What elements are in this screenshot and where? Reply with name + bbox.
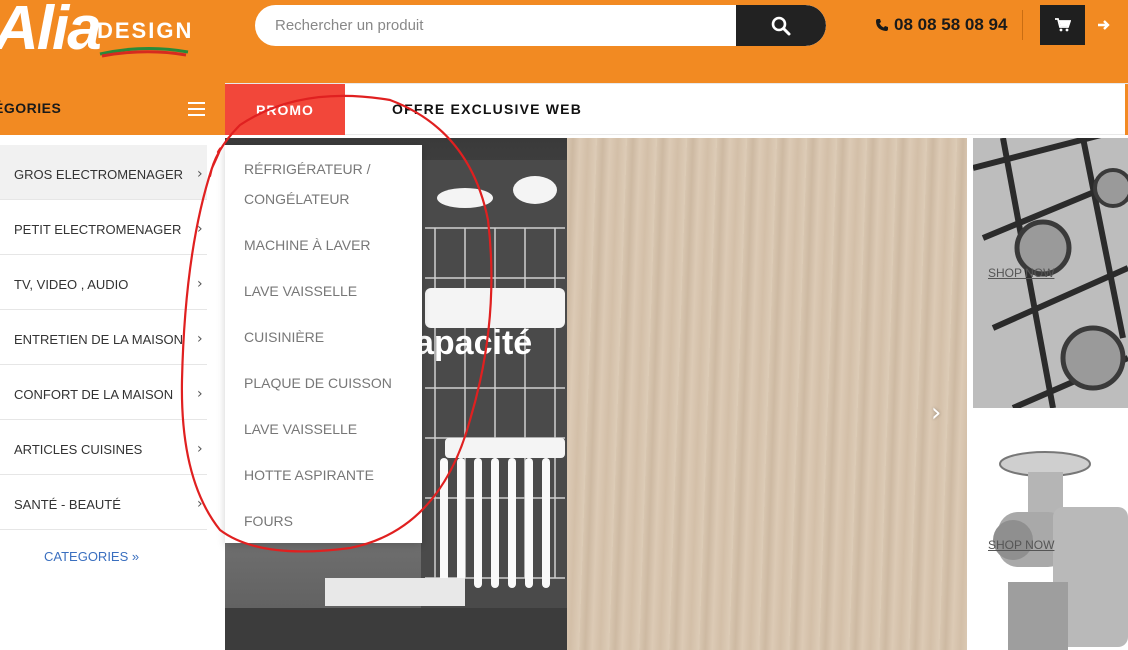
sidebar-item-label: ARTICLES CUISINES (14, 442, 143, 457)
chevron-right-icon: › (197, 331, 203, 347)
search-bar (255, 5, 826, 46)
logo-subtitle: DESIGN (97, 18, 194, 43)
submenu-item[interactable]: CUISINIÈRE (244, 322, 414, 352)
wood-panel (567, 138, 967, 650)
submenu-item[interactable]: LAVE VAISSELLE (244, 414, 414, 444)
nav-promo[interactable]: PROMO (225, 84, 345, 135)
main-nav: PROMO OFFRE EXCLUSIVE WEB (225, 83, 1128, 135)
chevron-right-icon: › (197, 386, 203, 402)
chevron-right-icon: › (197, 441, 203, 457)
nav-offre-exclusive[interactable]: OFFRE EXCLUSIVE WEB (392, 101, 582, 117)
sidebar-item-gros-electromenager[interactable]: GROS ELECTROMENAGER › (0, 145, 207, 200)
promo-tile-meat-grinder[interactable]: SHOP NOW (973, 412, 1128, 650)
chevron-right-icon: › (197, 221, 203, 237)
category-sidebar: GROS ELECTROMENAGER › PETIT ELECTROMENAG… (0, 145, 225, 589)
sidebar-item-articles-cuisines[interactable]: ARTICLES CUISINES › (0, 420, 207, 475)
sidebar-item-label: ENTRETIEN DE LA MAISON (14, 332, 184, 347)
sidebar-item-label: PETIT ELECTROMENAGER (14, 222, 182, 237)
sidebar-item-petit-electromenager[interactable]: PETIT ELECTROMENAGER › (0, 200, 207, 255)
hamburger-menu-icon[interactable] (188, 102, 206, 116)
categories-bar: ÉGORIES (0, 83, 225, 135)
sidebar-item-label: GROS ELECTROMENAGER (14, 167, 184, 182)
cart-button[interactable] (1040, 5, 1085, 45)
search-icon (771, 16, 791, 35)
sidebar-item-label: SANTÉ - BEAUTÉ (14, 497, 121, 512)
submenu-item[interactable]: MACHINE À LAVER (244, 230, 414, 260)
header-divider (1022, 10, 1023, 40)
submenu-item[interactable]: HOTTE ASPIRANTE (244, 460, 414, 490)
sidebar-item-sante-beaute[interactable]: SANTÉ - BEAUTÉ › (0, 475, 207, 530)
phone-number[interactable]: 08 08 58 08 94 (875, 14, 1007, 36)
sidebar-item-label: TV, VIDEO , AUDIO (14, 277, 129, 292)
submenu-item[interactable]: FOURS (244, 506, 414, 536)
logo-text: Alia (0, 0, 102, 63)
chevron-right-icon: › (197, 496, 203, 512)
chevron-right-icon: › (197, 166, 203, 182)
shop-now-link[interactable]: SHOP NOW (988, 538, 1054, 552)
phone-icon (876, 19, 888, 31)
submenu-item[interactable]: RÉFRIGÉRATEUR / CONGÉLATEUR (244, 154, 414, 214)
chevron-right-icon: › (197, 276, 203, 292)
site-logo[interactable]: Alia DESIGN (0, 0, 200, 68)
logo-swoosh-icon (99, 46, 189, 58)
shop-now-link[interactable]: SHOP NOW (988, 266, 1054, 280)
sidebar-item-confort-maison[interactable]: CONFORT DE LA MAISON › (0, 365, 207, 420)
cart-icon (1054, 18, 1071, 32)
search-input[interactable] (255, 5, 736, 46)
sidebar-item-tv-video-audio[interactable]: TV, VIDEO , AUDIO › (0, 255, 207, 310)
submenu-item[interactable]: PLAQUE DE CUISSON (244, 368, 414, 398)
promo-tile-cooktop[interactable]: SHOP NOW (973, 138, 1128, 408)
search-button[interactable] (736, 5, 826, 46)
categories-title: ÉGORIES (0, 100, 62, 116)
sidebar-item-entretien-maison[interactable]: ENTRETIEN DE LA MAISON › (0, 310, 207, 365)
all-categories-link[interactable]: CATEGORIES » (44, 549, 139, 564)
arrow-right-icon (1098, 20, 1110, 30)
carousel-next-icon[interactable]: › (931, 398, 955, 428)
site-header: Alia DESIGN 08 08 58 08 94 (0, 0, 1128, 83)
logout-button[interactable] (1093, 14, 1115, 36)
submenu-item[interactable]: LAVE VAISSELLE (244, 276, 414, 306)
meat-grinder-image (973, 412, 1128, 650)
submenu-gros-electromenager: RÉFRIGÉRATEUR / CONGÉLATEUR MACHINE À LA… (225, 145, 422, 543)
sidebar-item-label: CONFORT DE LA MAISON (14, 387, 174, 402)
banner-headline: apacité (415, 324, 533, 362)
phone-text: 08 08 58 08 94 (894, 15, 1008, 34)
